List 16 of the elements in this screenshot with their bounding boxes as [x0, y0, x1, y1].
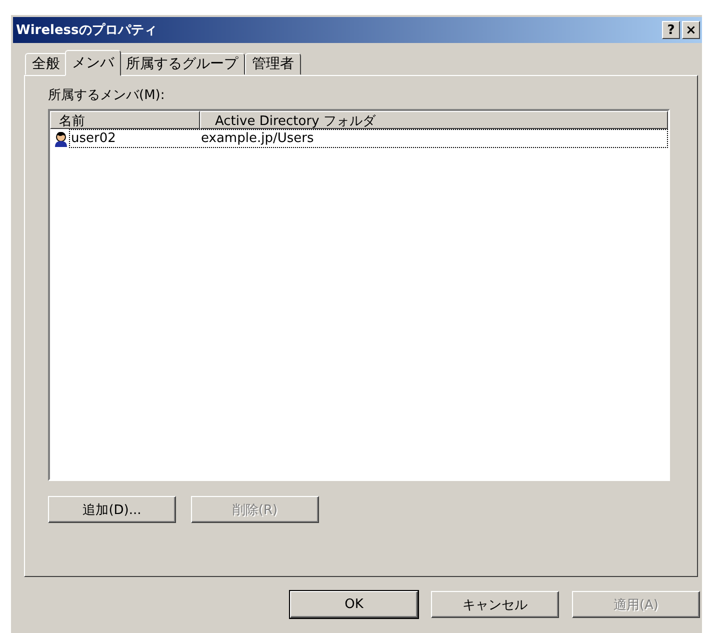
- column-header[interactable]: 名前: [50, 111, 200, 129]
- column-header[interactable]: Active Directory フォルダ: [200, 111, 668, 129]
- table-cell-text: user02: [70, 131, 117, 146]
- tab[interactable]: 所属するグループ: [119, 53, 245, 75]
- table-cell: example.jp/Users: [201, 131, 314, 146]
- add-button[interactable]: 追加(D)...: [48, 496, 176, 523]
- cancel-button[interactable]: キャンセル: [431, 591, 559, 618]
- tab[interactable]: メンバ: [65, 50, 121, 76]
- tab[interactable]: 全般: [25, 53, 67, 75]
- ok-button[interactable]: OK: [290, 591, 418, 618]
- members-label: 所属するメンバ(M):: [48, 87, 166, 104]
- user-icon: [53, 130, 69, 146]
- help-button[interactable]: ?: [662, 21, 680, 39]
- tab[interactable]: 管理者: [245, 53, 301, 75]
- window-title: Wirelessのプロパティ: [15, 22, 157, 39]
- close-button[interactable]: ×: [682, 21, 700, 39]
